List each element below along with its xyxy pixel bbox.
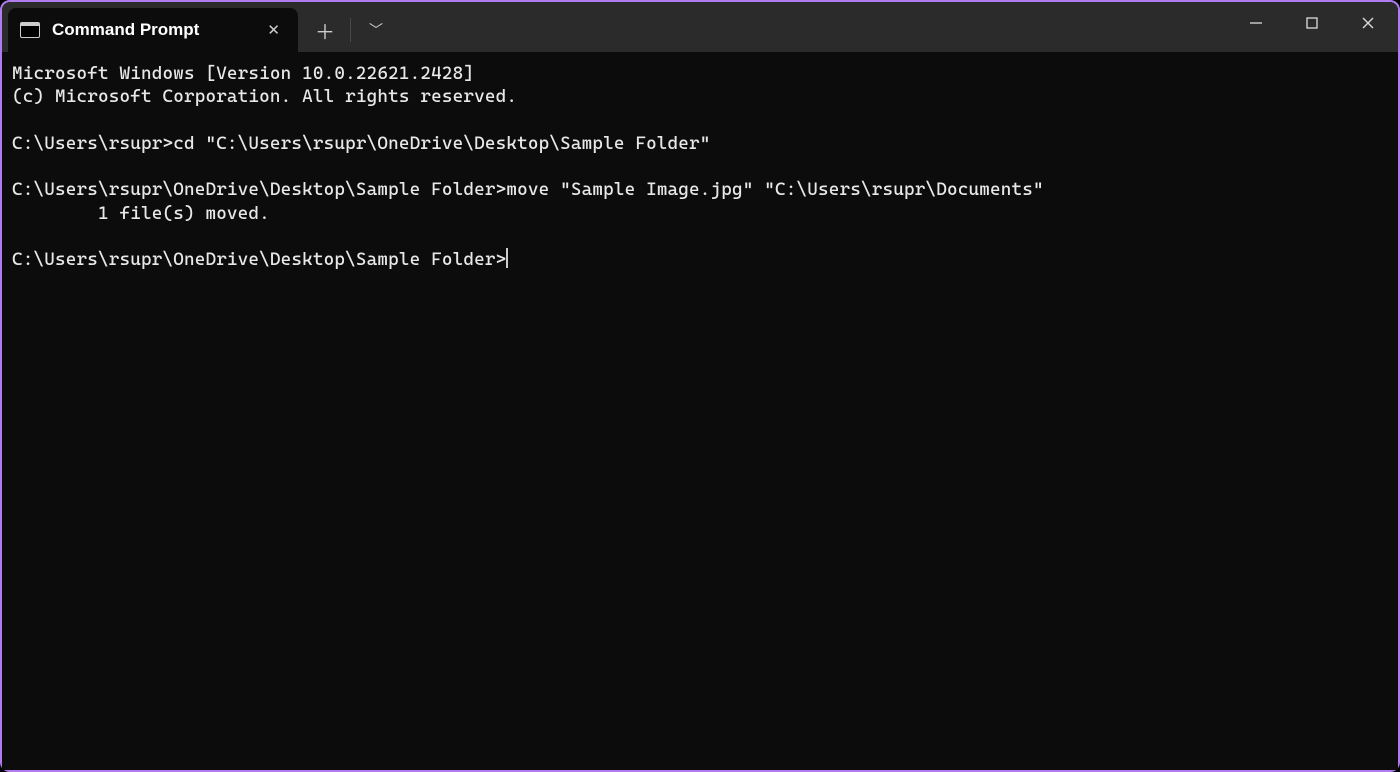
window-controls	[1228, 4, 1396, 44]
close-window-button[interactable]	[1340, 4, 1396, 42]
terminal-line: (c) Microsoft Corporation. All rights re…	[12, 86, 517, 107]
command: move "Sample Image.jpg" "C:\Users\rsupr\…	[506, 179, 1043, 200]
cursor	[506, 248, 508, 268]
tab-dropdown-button[interactable]: ﹀	[355, 12, 397, 48]
cmd-icon	[20, 22, 40, 38]
terminal-line: Microsoft Windows [Version 10.0.22621.24…	[12, 63, 474, 84]
titlebar-actions: ＋ ﹀	[298, 8, 397, 52]
close-tab-button[interactable]: ✕	[261, 19, 286, 41]
divider	[350, 18, 351, 42]
maximize-button[interactable]	[1284, 4, 1340, 42]
prompt: C:\Users\rsupr\OneDrive\Desktop\Sample F…	[12, 179, 506, 200]
active-tab[interactable]: Command Prompt ✕	[8, 8, 298, 52]
titlebar: Command Prompt ✕ ＋ ﹀	[2, 2, 1398, 52]
command: cd "C:\Users\rsupr\OneDrive\Desktop\Samp…	[173, 133, 710, 154]
prompt: C:\Users\rsupr\OneDrive\Desktop\Sample F…	[12, 249, 506, 270]
new-tab-button[interactable]: ＋	[304, 12, 346, 48]
prompt: C:\Users\rsupr>	[12, 133, 173, 154]
minimize-button[interactable]	[1228, 4, 1284, 42]
terminal-output[interactable]: Microsoft Windows [Version 10.0.22621.24…	[2, 52, 1398, 770]
terminal-line: 1 file(s) moved.	[12, 203, 270, 224]
tab-title: Command Prompt	[52, 20, 249, 40]
